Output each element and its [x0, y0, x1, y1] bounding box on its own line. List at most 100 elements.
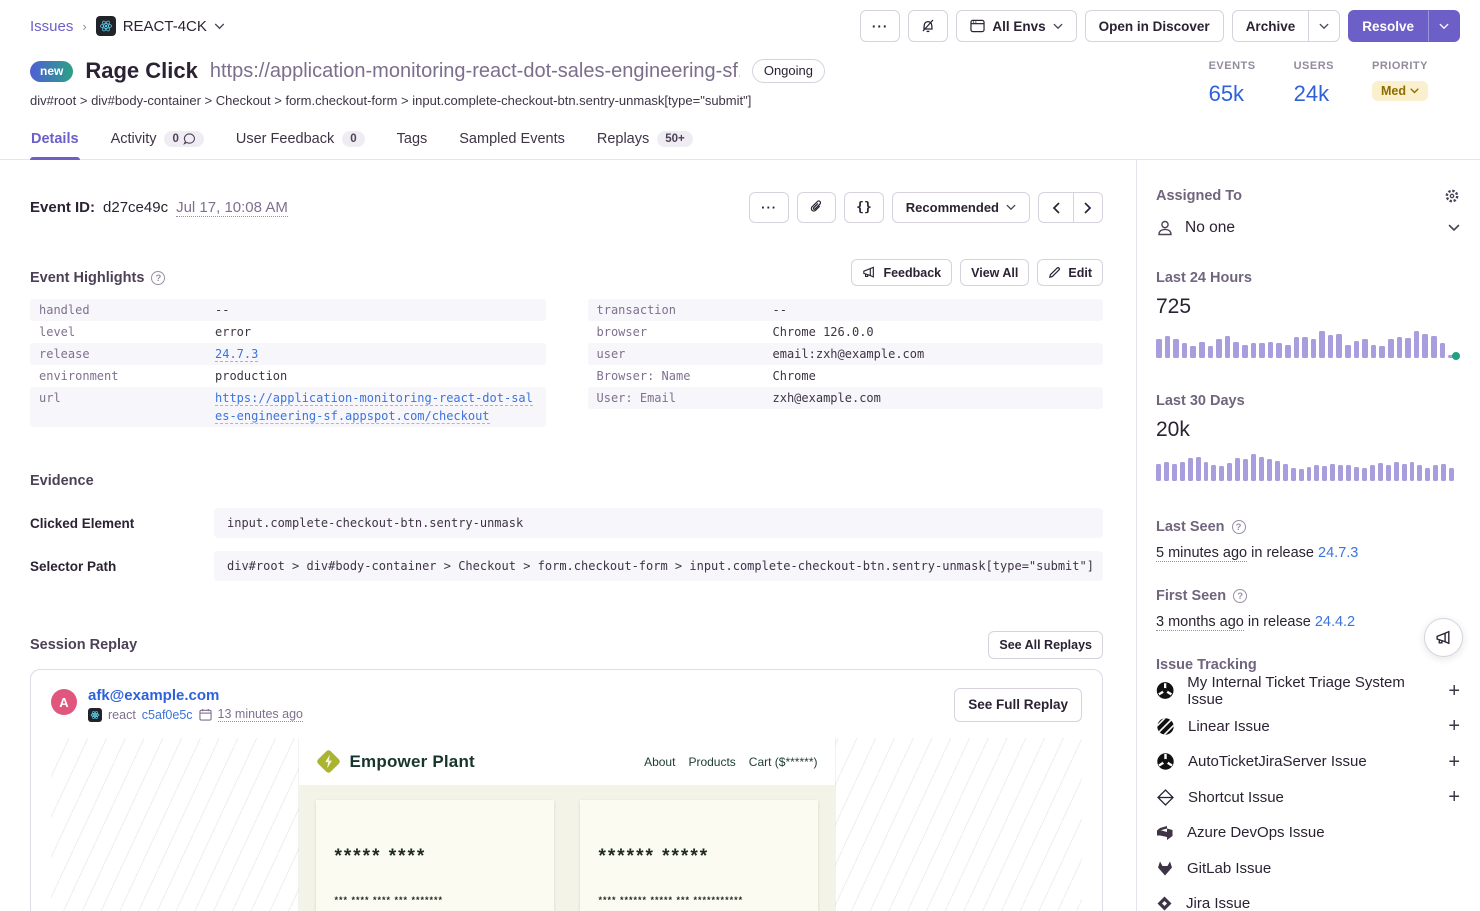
calendar-icon: [199, 708, 212, 721]
resolve-button[interactable]: Resolve: [1348, 10, 1428, 42]
last-seen-release-link[interactable]: 24.7.3: [1318, 545, 1358, 561]
tab-user-feedback[interactable]: User Feedback 0: [235, 122, 366, 159]
highlights-table-right: transaction-- browserChrome 126.0.0 user…: [588, 299, 1104, 409]
open-in-discover-button[interactable]: Open in Discover: [1085, 10, 1224, 42]
chevron-down-icon: [1006, 204, 1016, 211]
replay-time[interactable]: 13 minutes ago: [218, 707, 303, 722]
environment-filter-button[interactable]: All Envs: [956, 10, 1076, 42]
event-sort-dropdown[interactable]: Recommended: [892, 192, 1030, 223]
mute-button[interactable]: [908, 10, 948, 42]
see-full-replay-button[interactable]: See Full Replay: [954, 688, 1082, 722]
chart-bar: [1405, 338, 1411, 358]
view-all-button[interactable]: View All: [960, 259, 1029, 286]
more-actions-button[interactable]: ···: [860, 10, 901, 42]
tab-replays[interactable]: Replays 50+: [596, 122, 694, 159]
chart-bar: [1362, 339, 1368, 358]
megaphone-icon: [862, 266, 876, 279]
chart-bar: [1354, 341, 1360, 358]
resolve-dropdown-button[interactable]: [1428, 10, 1460, 42]
chart-bar: [1302, 337, 1308, 358]
first-seen-release-link[interactable]: 24.4.2: [1315, 614, 1355, 630]
first-seen-time[interactable]: 3 months ago: [1156, 614, 1244, 631]
users-count-link[interactable]: 24k: [1294, 81, 1334, 107]
last-seen-time[interactable]: 5 minutes ago: [1156, 545, 1247, 562]
chart-bar: [1449, 468, 1454, 482]
help-icon[interactable]: ?: [1233, 589, 1247, 603]
chart-bar: [1299, 469, 1304, 481]
person-icon: [1156, 219, 1174, 237]
chart-bar: [1180, 462, 1185, 481]
empower-plant-logo-icon: [316, 749, 341, 774]
breadcrumb-separator: ›: [82, 19, 86, 34]
issue-details-page: Issues › REACT-4CK ··· All Envs Open in …: [0, 0, 1480, 911]
help-icon[interactable]: ?: [151, 271, 165, 285]
chart-bar: [1165, 336, 1171, 358]
gear-icon[interactable]: [1444, 188, 1460, 204]
last-30d-count: 20k: [1156, 418, 1460, 442]
event-link-button[interactable]: [797, 192, 836, 223]
priority-selector[interactable]: Med: [1372, 81, 1428, 101]
table-row: transaction--: [588, 299, 1104, 321]
issue-tracking-item[interactable]: Linear Issue +: [1156, 709, 1460, 745]
chart-bar: [1216, 339, 1222, 358]
ongoing-badge: Ongoing: [752, 59, 825, 83]
chart-bar: [1397, 337, 1403, 358]
issue-tracking-item[interactable]: Shortcut Issue +: [1156, 780, 1460, 816]
next-event-button[interactable]: [1074, 192, 1103, 223]
chart-bar: [1172, 464, 1177, 481]
issue-tracking-item[interactable]: Azure DevOps Issue: [1156, 815, 1460, 851]
url-link[interactable]: https://application-monitoring-react-dot…: [215, 391, 533, 424]
highlights-table-left: handled-- levelerror release24.7.3 envir…: [30, 299, 546, 427]
jira-server-icon: [1156, 752, 1175, 771]
help-icon[interactable]: ?: [1232, 520, 1246, 534]
replay-viewport[interactable]: Empower Plant About Products Cart ($****…: [51, 738, 1082, 911]
see-all-replays-button[interactable]: See All Replays: [988, 631, 1103, 659]
archive-dropdown-button[interactable]: [1309, 10, 1340, 42]
replay-user-link[interactable]: afk@example.com: [88, 687, 303, 704]
issue-tracking-item[interactable]: Jira Issue: [1156, 886, 1460, 911]
event-more-button[interactable]: ···: [749, 192, 789, 223]
product-card: ***** **** *** **** **** *** ******* Add…: [316, 800, 554, 911]
issue-tracking-item[interactable]: My Internal Ticket Triage System Issue +: [1156, 673, 1460, 709]
add-issue-button[interactable]: +: [1448, 716, 1460, 736]
add-issue-button[interactable]: +: [1448, 787, 1460, 807]
events-count-link[interactable]: 65k: [1209, 81, 1256, 107]
event-timestamp[interactable]: Jul 17, 10:08 AM: [176, 199, 288, 217]
replay-id-link[interactable]: c5af0e5c: [142, 708, 193, 722]
chart-bar: [1227, 463, 1232, 481]
chart-bar: [1440, 343, 1446, 358]
issue-header: new Rage Click https://application-monit…: [0, 42, 1480, 108]
session-replay-title: Session Replay: [30, 637, 137, 653]
priority-label: PRIORITY: [1372, 60, 1428, 72]
chart-bar: [1233, 342, 1239, 358]
breadcrumb-issues-link[interactable]: Issues: [30, 18, 73, 35]
release-link[interactable]: 24.7.3: [215, 347, 258, 362]
table-row: Browser: NameChrome: [588, 365, 1104, 387]
tab-activity[interactable]: Activity 0: [110, 122, 205, 159]
project-selector[interactable]: REACT-4CK: [96, 16, 225, 36]
archive-button[interactable]: Archive: [1232, 10, 1310, 42]
chart-bar: [1362, 468, 1367, 481]
clicked-element-value: input.complete-checkout-btn.sentry-unmas…: [214, 508, 1103, 538]
event-json-button[interactable]: {}: [844, 192, 884, 223]
chart-bar: [1410, 462, 1415, 481]
issue-tracking-item[interactable]: AutoTicketJiraServer Issue +: [1156, 744, 1460, 780]
tab-details[interactable]: Details: [30, 122, 80, 159]
chart-bar: [1275, 461, 1280, 481]
issue-tracking-label: Shortcut Issue: [1188, 789, 1284, 806]
previous-event-button[interactable]: [1038, 192, 1074, 223]
assignee-selector[interactable]: No one: [1156, 219, 1460, 237]
assigned-to-title: Assigned To: [1156, 188, 1242, 204]
chart-bar: [1322, 466, 1327, 481]
add-issue-button[interactable]: +: [1448, 681, 1460, 701]
feedback-fab-button[interactable]: [1424, 618, 1463, 657]
priority-stat: PRIORITY Med: [1372, 60, 1428, 108]
tab-sampled-events[interactable]: Sampled Events: [458, 122, 566, 159]
last-30d-chart: [1156, 454, 1460, 481]
feedback-button[interactable]: Feedback: [851, 259, 952, 286]
add-issue-button[interactable]: +: [1448, 752, 1460, 772]
tab-tags[interactable]: Tags: [396, 122, 429, 159]
issue-tracking-item[interactable]: GitLab Issue: [1156, 851, 1460, 887]
edit-highlights-button[interactable]: Edit: [1037, 259, 1103, 286]
table-row: User: Emailzxh@example.com: [588, 387, 1104, 409]
